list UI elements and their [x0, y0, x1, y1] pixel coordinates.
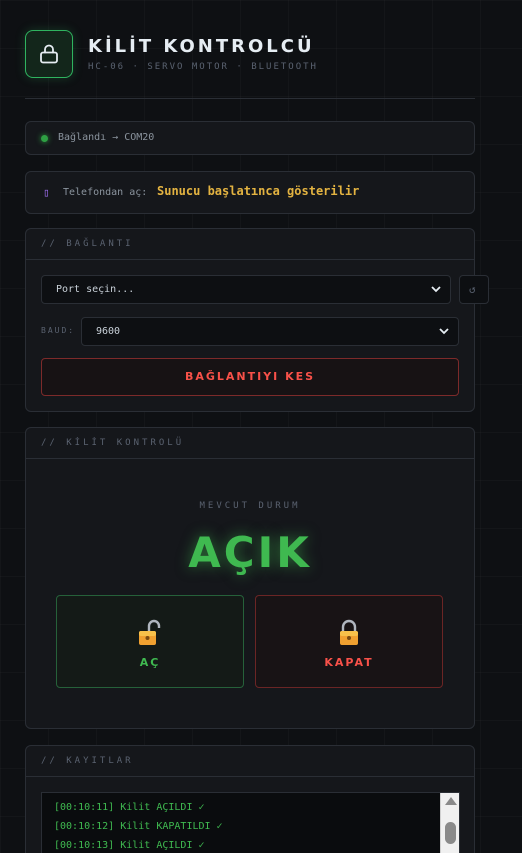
section-header: // KİLİT KONTROLÜ — [26, 428, 474, 459]
baud-select[interactable]: 9600 — [81, 317, 459, 346]
section-header: // BAĞLANTI — [26, 229, 474, 260]
locked-padlock-icon — [340, 619, 358, 645]
close-lock-label: KAPAT — [324, 656, 374, 669]
log-line: [00:10:13] Kilit AÇILDI ✓ — [54, 840, 205, 851]
phone-access-bar: ▯ Telefondan aç: Sunucu başlatınca göste… — [25, 171, 475, 214]
current-state-label: MEVCUT DURUM — [199, 501, 301, 511]
scroll-thumb[interactable] — [445, 822, 456, 844]
current-state-value: AÇIK — [188, 528, 312, 577]
log-output[interactable]: [00:10:11] Kilit AÇILDI ✓ [00:10:12] Kil… — [41, 792, 460, 853]
section-header: // KAYITLAR — [26, 746, 474, 777]
chevron-down-icon — [431, 286, 441, 293]
logs-panel: // KAYITLAR [00:10:11] Kilit AÇILDI ✓ [0… — [25, 745, 475, 853]
baud-label: BAUD: — [41, 326, 76, 335]
phone-label: Telefondan aç: — [63, 187, 148, 198]
app-header: KİLİT KONTROLCÜ HC-06 · SERVO MOTOR · BL… — [25, 30, 475, 99]
refresh-ports-button[interactable]: ↺ — [459, 275, 489, 304]
unlocked-padlock-icon — [139, 619, 161, 645]
phone-icon: ▯ — [43, 186, 50, 199]
scroll-up-icon[interactable] — [445, 797, 457, 805]
log-line: [00:10:12] Kilit KAPATILDI ✓ — [54, 821, 223, 832]
app-title: KİLİT KONTROLCÜ — [88, 36, 315, 57]
log-line: [00:10:11] Kilit AÇILDI ✓ — [54, 802, 205, 813]
log-scrollbar[interactable] — [440, 793, 459, 853]
baud-select-value: 9600 — [96, 326, 121, 337]
phone-url: Sunucu başlatınca gösterilir — [157, 184, 360, 198]
connection-panel: // BAĞLANTI Port seçin... ↺ BAUD: 9600 B… — [25, 228, 489, 412]
chevron-down-icon — [439, 328, 449, 335]
section-title: // KAYITLAR — [41, 756, 134, 766]
disconnect-button[interactable]: BAĞLANTIYI KES — [41, 358, 459, 396]
section-title: // KİLİT KONTROLÜ — [41, 438, 185, 448]
connection-status-bar: Bağlandı → COM20 — [25, 121, 475, 155]
port-select[interactable]: Port seçin... — [41, 275, 451, 304]
close-lock-button[interactable]: KAPAT — [255, 595, 443, 688]
open-lock-label: AÇ — [139, 656, 161, 669]
app-subtitle: HC-06 · SERVO MOTOR · BLUETOOTH — [88, 62, 318, 72]
lock-control-panel: // KİLİT KONTROLÜ MEVCUT DURUM AÇIK AÇ K… — [25, 427, 475, 729]
open-lock-button[interactable]: AÇ — [56, 595, 244, 688]
lock-icon — [40, 44, 58, 64]
port-select-value: Port seçin... — [56, 284, 135, 295]
app-logo — [25, 30, 73, 78]
section-title: // BAĞLANTI — [41, 239, 134, 249]
status-dot-icon — [41, 135, 48, 142]
refresh-icon: ↺ — [469, 283, 476, 296]
status-text: Bağlandı → COM20 — [58, 132, 155, 143]
